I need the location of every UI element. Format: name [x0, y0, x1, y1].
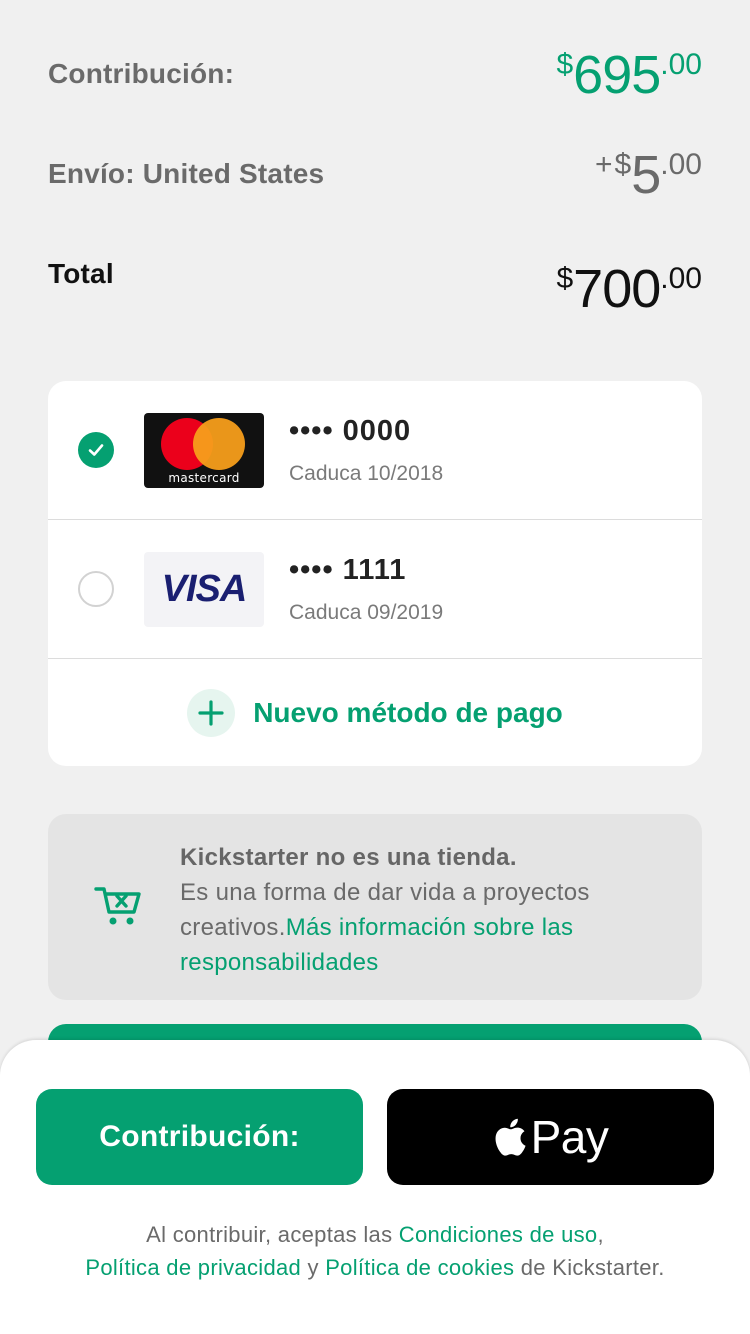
amount-whole: 5	[631, 145, 661, 205]
contribution-amount: $ 695 .00	[556, 48, 702, 102]
currency-symbol: $	[556, 262, 574, 295]
amount-cents: .00	[660, 48, 702, 81]
payment-methods-list: mastercard •••• 0000 Caduca 10/2018 VISA…	[48, 381, 702, 766]
contribution-label: Contribución:	[48, 58, 235, 89]
total-row: Total $ 700 .00	[48, 258, 702, 316]
currency-symbol: $	[614, 148, 632, 181]
mastercard-wordmark: mastercard	[168, 470, 240, 485]
visa-wordmark: VISA	[161, 567, 248, 610]
contribute-button[interactable]: Contribución:	[36, 1089, 363, 1185]
payment-method-row-visa[interactable]: VISA •••• 1111 Caduca 09/2019	[48, 520, 702, 659]
cart-x-icon	[94, 884, 144, 933]
apple-logo-icon	[495, 1118, 526, 1156]
bottom-action-sheet: Contribución: Pay Al contribuir, aceptas…	[0, 1040, 750, 1334]
mastercard-logo-icon: mastercard	[144, 412, 264, 488]
terms-of-use-link[interactable]: Condiciones de uso	[399, 1222, 598, 1247]
total-label: Total	[48, 258, 114, 289]
shipping-amount: + $ 5 .00	[595, 148, 702, 202]
card-info: •••• 0000 Caduca 10/2018	[289, 415, 443, 486]
apple-pay-button[interactable]: Pay	[387, 1089, 714, 1185]
amount-whole: 700	[573, 259, 661, 319]
info-text: Kickstarter no es una tienda. Es una for…	[180, 840, 662, 980]
card-info: •••• 1111 Caduca 09/2019	[289, 554, 443, 625]
shipping-row: Envío: United States + $ 5 .00	[48, 148, 702, 202]
cookie-policy-link[interactable]: Política de cookies	[325, 1255, 514, 1280]
payment-method-row-mastercard[interactable]: mastercard •••• 0000 Caduca 10/2018	[48, 381, 702, 520]
checkmark-icon	[88, 444, 104, 456]
new-payment-method-label: Nuevo método de pago	[253, 697, 563, 728]
visa-logo-icon: VISA	[144, 551, 264, 627]
privacy-policy-link[interactable]: Política de privacidad	[85, 1255, 301, 1280]
amount-cents: .00	[660, 262, 702, 295]
terms-text: Al contribuir, aceptas las Condiciones d…	[60, 1218, 690, 1284]
selected-radio[interactable]	[78, 432, 114, 468]
terms-and: y	[301, 1255, 326, 1280]
amount-whole: 695	[573, 45, 661, 105]
total-amount: $ 700 .00	[556, 262, 702, 316]
info-notice: Kickstarter no es una tienda. Es una for…	[48, 814, 702, 1000]
card-expiry: Caduca 10/2018	[289, 461, 444, 485]
currency-symbol: $	[556, 48, 574, 81]
apple-pay-label: Pay	[530, 1111, 609, 1163]
card-expiry: Caduca 09/2019	[289, 600, 444, 624]
terms-comma: ,	[597, 1222, 604, 1247]
contribution-row: Contribución: $ 695 .00	[48, 48, 702, 102]
new-payment-method-button[interactable]: Nuevo método de pago	[48, 660, 702, 766]
card-number: •••• 1111	[289, 553, 407, 586]
shipping-label: Envío: United States	[48, 158, 325, 189]
plus-icon	[187, 689, 236, 737]
card-number: •••• 0000	[289, 414, 412, 447]
terms-prefix: Al contribuir, aceptas las	[146, 1222, 399, 1247]
plus-sign: +	[595, 148, 613, 181]
terms-suffix: de Kickstarter.	[514, 1255, 665, 1280]
info-heading: Kickstarter no es una tienda.	[180, 844, 517, 871]
unselected-radio[interactable]	[78, 571, 114, 607]
amount-cents: .00	[660, 148, 702, 181]
